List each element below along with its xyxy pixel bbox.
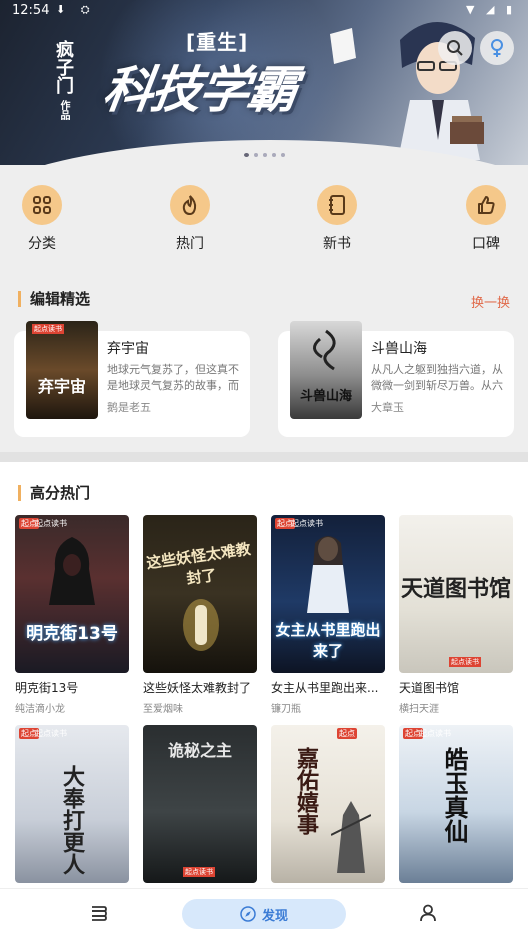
banner-title: 科技学霸 <box>99 61 300 119</box>
bookshelf-icon[interactable] <box>89 903 109 923</box>
cover-title: 这些妖怪太难教封了 <box>145 539 252 588</box>
grid-icon <box>22 185 62 225</box>
thumbs-up-icon <box>466 185 506 225</box>
paper-decoration <box>330 28 356 64</box>
dragon-illustration <box>313 329 336 371</box>
pick-author: 鹅是老五 <box>107 401 151 414</box>
swap-button[interactable]: 换一换 <box>471 292 510 311</box>
cover-title: 明克街13号 <box>26 624 118 644</box>
book-cover: 起点 嘉佑嬉事 <box>271 725 385 883</box>
carousel-indicator <box>244 153 285 157</box>
category-label: 新书 <box>323 236 351 252</box>
pick-card-2[interactable]: 斗兽山海 斗兽山海 从凡人之躯到独挡六道，从微微一剑到斩尽万兽。从六神创... … <box>278 321 514 437</box>
cover-title: 嘉佑嬉事 <box>293 747 318 835</box>
book-cover: 起点 起点读书 明克街13号 <box>15 515 129 673</box>
cover-badge: 起点读书 <box>291 519 323 528</box>
book-author: 镰刀瓶 <box>271 704 301 715</box>
book-cover: 起点读书 弃宇宙 <box>26 321 98 419</box>
book-cover: 诡秘之主 起点读书 <box>143 725 257 883</box>
book-item[interactable]: 起点 起点读书 皓玉真仙 <box>399 725 513 883</box>
category-label: 热门 <box>176 236 204 252</box>
book-author: 纯洁滴小龙 <box>15 704 65 715</box>
hot-title: 高分热门 <box>18 485 90 501</box>
swordsman-figure <box>331 801 371 873</box>
book-author: 至爱烟味 <box>143 704 183 715</box>
category-classify[interactable]: 分类 <box>2 185 82 253</box>
compass-icon <box>240 906 256 922</box>
book-title: 女主从书里跑出来... <box>271 681 379 695</box>
book-item[interactable]: 天道图书馆 起点读书 天道图书馆 横扫天涯 <box>399 515 513 715</box>
category-label: 分类 <box>28 236 56 252</box>
book-title: 天道图书馆 <box>399 681 460 695</box>
pick-desc: 从凡人之躯到独挡六道，从微微一剑到斩尽万兽。从六神创... <box>371 363 503 392</box>
book-item[interactable]: 起点 起点读书 明克街13号 明克街13号 纯洁滴小龙 <box>15 515 129 715</box>
hooded-figure <box>49 537 95 605</box>
gender-switch-button[interactable] <box>480 31 514 65</box>
book-cover: 天道图书馆 起点读书 <box>399 515 513 673</box>
book-cover: 起点 起点读书 大奉打更人 <box>15 725 129 883</box>
book-title: 明克街13号 <box>15 681 79 695</box>
section-divider <box>0 452 528 462</box>
cover-title: 女主从书里跑出来了 <box>275 621 381 660</box>
female-icon <box>491 39 503 57</box>
category-label: 口碑 <box>472 236 500 252</box>
author-mark-text: 疯子门 <box>53 40 74 94</box>
bottom-nav: 发现 <box>0 888 528 938</box>
author-mark: 疯子门 作品 <box>50 40 76 120</box>
book-item[interactable]: 起点 嘉佑嬉事 <box>271 725 385 883</box>
profile-icon[interactable] <box>418 903 438 923</box>
cover-title: 斗兽山海 <box>299 389 352 404</box>
book-item[interactable]: 这些妖怪太难教封了 这些妖怪太难教封了 至爱烟味 <box>143 515 257 715</box>
book-cover: 起点 起点读书 女主从书里跑出来了 <box>271 515 385 673</box>
cover-title: 天道图书馆 <box>400 577 511 602</box>
pick-title: 斗兽山海 <box>371 341 427 357</box>
hero-banner[interactable]: 12:54 ⬇ ⛭ ▼ ◢ ▮ 疯子门 作品 [重生] 科技学霸 <box>0 0 528 165</box>
flame-icon <box>170 185 210 225</box>
book-author: 横扫天涯 <box>399 704 439 715</box>
notification-icons: ⬇ ⛭ <box>56 3 96 16</box>
cover-title: 大奉打更人 <box>59 765 84 875</box>
discover-label: 发现 <box>261 908 288 924</box>
cover-badge: 起点读书 <box>449 657 481 667</box>
book-item[interactable]: 起点 起点读书 女主从书里跑出来了 女主从书里跑出来... 镰刀瓶 <box>271 515 385 715</box>
works-text: 作品 <box>58 100 69 120</box>
book-item[interactable]: 诡秘之主 起点读书 <box>143 725 257 883</box>
cover-badge: 起点读书 <box>35 519 67 528</box>
pick-author: 大章玉 <box>371 401 404 414</box>
category-new[interactable]: 新书 <box>297 185 377 253</box>
cover-badge: 起点读书 <box>419 729 451 738</box>
heroine-figure <box>307 536 349 613</box>
cover-title: 诡秘之主 <box>167 741 232 760</box>
book-cover: 斗兽山海 <box>290 321 362 419</box>
category-reputation[interactable]: 口碑 <box>446 185 526 253</box>
book-cover: 这些妖怪太难教封了 <box>143 515 257 673</box>
cover-badge: 起点读书 <box>35 729 67 738</box>
cover-title: 弃宇宙 <box>37 377 86 396</box>
cover-badge: 起点读书 <box>183 867 215 877</box>
search-button[interactable] <box>438 31 472 65</box>
pick-card-1[interactable]: 起点读书 弃宇宙 弃宇宙 地球元气复苏了，但这真不是地球灵气复苏的故事，而是一.… <box>14 321 250 437</box>
status-time: 12:54 <box>12 3 50 18</box>
qidian-logo: 起点 <box>337 728 357 739</box>
badge: 起点读书 <box>32 324 64 334</box>
book-title: 这些妖怪太难教封了 <box>143 681 252 695</box>
discover-tab[interactable]: 发现 <box>182 899 346 929</box>
pick-title: 弃宇宙 <box>107 341 149 357</box>
figure-illustration <box>183 599 219 651</box>
book-icon <box>317 185 357 225</box>
book-item[interactable]: 起点 起点读书 大奉打更人 <box>15 725 129 883</box>
book-cover: 起点 起点读书 皓玉真仙 <box>399 725 513 883</box>
pick-desc: 地球元气复苏了，但这真不是地球灵气复苏的故事，而是一... <box>107 363 239 392</box>
category-hot[interactable]: 热门 <box>150 185 230 253</box>
editor-picks-title: 编辑精选 <box>18 291 90 307</box>
cover-title: 皓玉真仙 <box>440 747 468 843</box>
search-icon <box>447 40 463 56</box>
character-illustration <box>398 21 484 160</box>
category-row: 分类 热门 新书 口碑 <box>0 185 528 255</box>
